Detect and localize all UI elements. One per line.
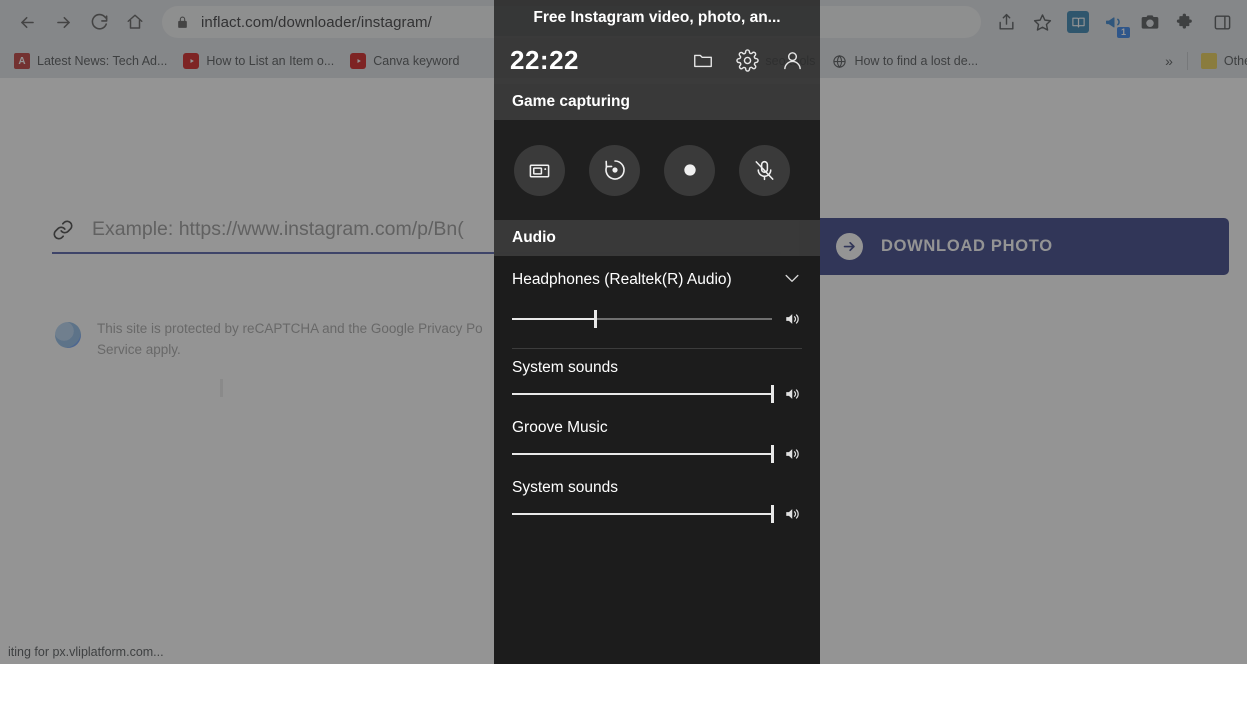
- dictionary-extension-icon[interactable]: [1063, 7, 1093, 37]
- status-bar: iting for px.vliplatform.com...: [0, 639, 172, 664]
- instagram-url-placeholder: Example: https://www.instagram.com/p/Bn(: [92, 218, 464, 240]
- game-capturing-header: Game capturing: [494, 84, 820, 120]
- slider-thumb: [771, 445, 774, 463]
- youtube-favicon: [183, 53, 200, 69]
- slider-fill: [512, 393, 772, 395]
- audio-device-name: Headphones (Realtek(R) Audio): [512, 271, 732, 288]
- speaker-icon[interactable]: [784, 310, 802, 328]
- speaker-icon[interactable]: [784, 505, 802, 523]
- extensions-puzzle-icon[interactable]: [1171, 7, 1201, 37]
- start-recording-button[interactable]: [664, 144, 715, 196]
- slider-track[interactable]: [512, 385, 774, 403]
- clock-display: 22:22: [510, 44, 579, 75]
- home-button[interactable]: [118, 5, 152, 39]
- audio-device-selector[interactable]: Headphones (Realtek(R) Audio): [512, 256, 802, 304]
- recaptcha-notice: This site is protected by reCAPTCHA and …: [55, 318, 483, 360]
- captured-window-title: Free Instagram video, photo, an...: [494, 0, 820, 36]
- game-capturing-buttons: [494, 120, 820, 220]
- download-photo-label: DOWNLOAD PHOTO: [881, 237, 1053, 255]
- microphone-off-button[interactable]: [739, 144, 790, 196]
- news-favicon: A: [14, 53, 30, 69]
- screenshot-button[interactable]: [514, 144, 565, 196]
- bookmark-item[interactable]: How to find a lost de...: [823, 50, 986, 72]
- recaptcha-icon: [55, 322, 81, 348]
- link-icon: [52, 219, 74, 241]
- audio-app-volume-slider[interactable]: [512, 379, 802, 409]
- bookmark-label: How to List an Item o...: [206, 54, 335, 68]
- other-bookmarks-button[interactable]: Othe: [1193, 50, 1247, 72]
- slider-thumb: [771, 385, 774, 403]
- recaptcha-terms-link[interactable]: Service: [97, 342, 142, 357]
- game-capturing-title: Game capturing: [512, 93, 630, 110]
- record-last-30-seconds-button[interactable]: [589, 144, 640, 196]
- bookmark-item[interactable]: Canva keyword: [342, 50, 467, 72]
- audio-app-volume-slider[interactable]: [512, 439, 802, 469]
- audio-header: Audio: [494, 220, 820, 256]
- audio-app-row: System sounds: [512, 479, 802, 529]
- thumbnail-placeholder-post[interactable]: [220, 379, 223, 397]
- audio-app-name: System sounds: [512, 479, 618, 496]
- folder-favicon: [1200, 53, 1217, 69]
- recaptcha-text-after: apply.: [142, 342, 181, 357]
- audio-app-name: Groove Music: [512, 419, 608, 436]
- forward-button[interactable]: [46, 5, 80, 39]
- audio-device-volume-slider[interactable]: [512, 304, 802, 334]
- bookmarks-separator: [1186, 52, 1188, 70]
- address-bar-url: inflact.com/downloader/instagram/: [201, 13, 432, 31]
- slider-fill: [512, 513, 772, 515]
- announcement-extension-icon[interactable]: 1: [1099, 7, 1130, 38]
- screenshot-extension-icon[interactable]: [1135, 7, 1165, 37]
- audio-app-name: System sounds: [512, 359, 618, 376]
- bookmark-label: How to find a lost de...: [854, 54, 979, 68]
- audio-app-row: Groove Music: [512, 419, 802, 469]
- game-capturing-widget: Game capturing: [494, 84, 820, 220]
- slider-fill: [512, 318, 596, 320]
- other-bookmarks-label: Othe: [1223, 54, 1247, 68]
- audio-body: Headphones (Realtek(R) Audio) System sou…: [494, 256, 820, 664]
- audio-widget: Audio Headphones (Realtek(R) Audio) Syst…: [494, 220, 820, 664]
- toolbar-icon-group: 1: [991, 7, 1237, 38]
- recaptcha-privacy-link[interactable]: Privacy Po: [418, 321, 483, 336]
- header-icon-group: [692, 48, 804, 72]
- slider-fill: [512, 453, 772, 455]
- lock-icon: [176, 16, 189, 29]
- speaker-icon[interactable]: [784, 385, 802, 403]
- globe-favicon: [831, 53, 847, 69]
- slider-track[interactable]: [512, 310, 772, 328]
- game-bar-overlay: Free Instagram video, photo, an... 22:22…: [494, 0, 820, 664]
- audio-section-divider: [512, 348, 802, 349]
- slider-track[interactable]: [512, 445, 774, 463]
- bookmark-item[interactable]: How to List an Item o...: [175, 50, 342, 72]
- audio-app-volume-slider[interactable]: [512, 499, 802, 529]
- speaker-icon[interactable]: [784, 445, 802, 463]
- recaptcha-text-before: This site is protected by reCAPTCHA and …: [97, 321, 419, 336]
- youtube-favicon: [350, 53, 367, 69]
- slider-track[interactable]: [512, 505, 774, 523]
- slider-thumb: [771, 505, 774, 523]
- back-button[interactable]: [10, 5, 44, 39]
- reload-button[interactable]: [82, 5, 116, 39]
- bookmarks-overflow-button[interactable]: »: [1156, 50, 1182, 72]
- recaptcha-text: This site is protected by reCAPTCHA and …: [97, 318, 483, 360]
- announcement-badge-count: 1: [1117, 27, 1130, 38]
- account-person-icon[interactable]: [781, 49, 804, 72]
- audio-title: Audio: [512, 229, 556, 246]
- chevron-down-icon[interactable]: [782, 268, 802, 293]
- bookmark-label: Latest News: Tech Ad...: [37, 54, 168, 68]
- bookmark-item[interactable]: A Latest News: Tech Ad...: [6, 50, 175, 72]
- slider-thumb: [594, 310, 598, 328]
- bookmark-label: Canva keyword: [373, 54, 460, 68]
- side-panel-icon[interactable]: [1207, 7, 1237, 37]
- arrow-right-circle-icon: [836, 233, 863, 260]
- game-bar-header: 22:22: [494, 36, 820, 84]
- status-bar-text: iting for px.vliplatform.com...: [8, 644, 164, 659]
- bookmark-star-icon[interactable]: [1027, 7, 1057, 37]
- settings-gear-icon[interactable]: [736, 48, 759, 72]
- widget-menu-folder-icon[interactable]: [692, 49, 714, 71]
- audio-app-row: System sounds: [512, 359, 802, 409]
- share-icon[interactable]: [991, 7, 1021, 37]
- download-photo-button[interactable]: DOWNLOAD PHOTO: [799, 218, 1229, 275]
